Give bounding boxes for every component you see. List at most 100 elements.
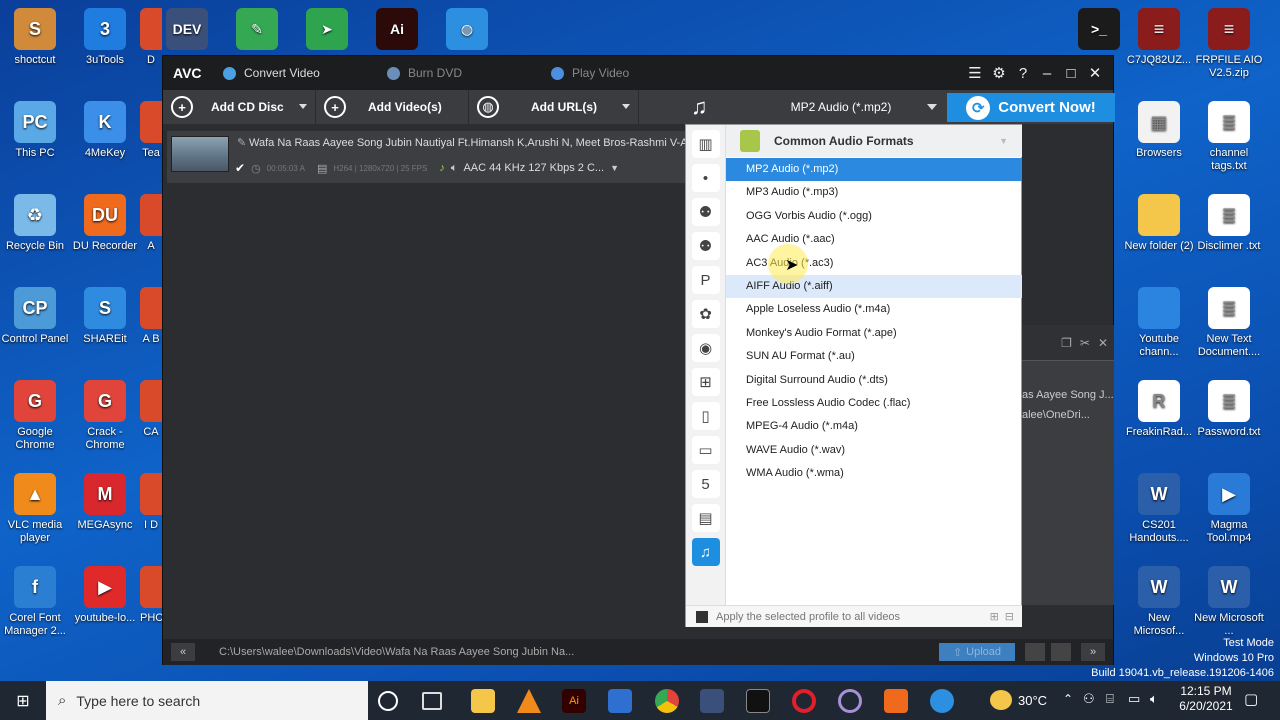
desktop-icon-youtube-lo-[interactable]: ▶ youtube-lo...: [70, 566, 140, 625]
maximize-button[interactable]: □: [1059, 65, 1083, 82]
desktop-icon-du-recorder[interactable]: DU DU Recorder: [70, 194, 140, 253]
add-url-button[interactable]: ◍ Add URL(s): [469, 90, 639, 124]
format-option[interactable]: Free Lossless Audio Codec (.flac): [726, 392, 1022, 415]
people-icon[interactable]: ⚇: [1083, 691, 1095, 707]
format-option[interactable]: SUN AU Format (*.au): [726, 345, 1022, 368]
upload-button[interactable]: ⇧ Upload: [939, 643, 1015, 661]
store-icon[interactable]: [608, 689, 632, 713]
apple-icon[interactable]: •: [691, 164, 720, 192]
desktop-icon-shoctcut[interactable]: Sshoctcut: [0, 8, 70, 67]
desktop-icon-new-microsoft-[interactable]: W New Microsoft ...: [1194, 566, 1264, 638]
taskbar-search[interactable]: ⌕ Type here to search: [46, 681, 368, 720]
format-option[interactable]: OGG Vorbis Audio (*.ogg): [726, 205, 1022, 228]
volume-icon[interactable]: 🔈︎: [451, 162, 458, 175]
output-format-select[interactable]: ♫ MP2 Audio (*.mp2): [685, 90, 945, 124]
format-option[interactable]: AAC Audio (*.aac): [726, 228, 1022, 251]
facebook-icon[interactable]: [1051, 643, 1071, 661]
format-option[interactable]: Digital Surround Audio (*.dts): [726, 369, 1022, 392]
twitter-icon[interactable]: [1025, 643, 1045, 661]
desktop-icon-password-txt[interactable]: ≣ Password.txt: [1194, 380, 1264, 439]
blackberry-icon[interactable]: ◉: [691, 334, 720, 362]
desktop-icon-disclimer-txt[interactable]: ≣ Disclimer .txt: [1194, 194, 1264, 253]
windows-icon[interactable]: ⊞: [691, 368, 720, 396]
close-button[interactable]: ✕: [1083, 64, 1107, 82]
desktop-icon-c7jq82uz-[interactable]: ≡ C7JQ82UZ...: [1124, 8, 1194, 67]
desktop-icon-channel-tags-txt[interactable]: ≣ channel tags.txt: [1194, 101, 1264, 173]
vlc-icon[interactable]: [517, 689, 541, 713]
desktop-icon-freakinrad-[interactable]: R FreakinRad...: [1124, 380, 1194, 439]
desktop-icon-partial[interactable]: CA: [140, 380, 162, 439]
battery-icon[interactable]: ▭: [1128, 691, 1140, 707]
format-option[interactable]: Apple Loseless Audio (*.m4a): [726, 298, 1022, 321]
add-video-button[interactable]: + Add Video(s): [316, 90, 469, 124]
tab-play-video[interactable]: Play Video: [551, 56, 715, 90]
desktop-icon-control-panel[interactable]: CP Control Panel: [0, 287, 70, 346]
phone-icon[interactable]: ▯: [691, 402, 720, 430]
html5-icon[interactable]: 5: [691, 470, 720, 498]
desktop-icon-top[interactable]: Ai: [362, 8, 432, 54]
audio-track-select[interactable]: AAC 44 KHz 127 Kbps 2 C...: [463, 162, 604, 174]
desktop-icon-new-microsof-[interactable]: W New Microsof...: [1124, 566, 1194, 638]
restore-icon[interactable]: ❐: [1061, 336, 1072, 350]
desktop-icon-magma-tool-mp4[interactable]: ▶ Magma Tool.mp4: [1194, 473, 1264, 545]
minimize-button[interactable]: –: [1035, 65, 1059, 82]
desktop-icon-top[interactable]: ✎: [222, 8, 292, 54]
desktop-icon-3utools[interactable]: 3 3uTools: [70, 8, 140, 67]
format-option[interactable]: AIFF Audio (*.aiff): [726, 274, 1022, 299]
format-option[interactable]: Monkey's Audio Format (*.ape): [726, 322, 1022, 345]
chrome-icon[interactable]: [655, 689, 679, 713]
tab-burn-dvd[interactable]: Burn DVD: [387, 56, 551, 90]
desktop-icon-browsers[interactable]: ▦ Browsers: [1124, 101, 1194, 160]
network-icon[interactable]: ⌸: [1106, 691, 1114, 707]
desktop-icon-shareit[interactable]: S SHAREit: [70, 287, 140, 346]
convert-now-button[interactable]: ⟳ Convert Now!: [947, 93, 1115, 122]
import-icon[interactable]: ⊞: [990, 610, 999, 623]
avc-taskbar-icon[interactable]: [930, 689, 954, 713]
desktop-icon-partial[interactable]: Tea: [140, 101, 162, 160]
checkbox[interactable]: ✔: [235, 161, 245, 175]
desktop-icon-crack-chrome[interactable]: G Crack - Chrome: [70, 380, 140, 452]
desktop-icon-youtube-chann-[interactable]: Youtube chann...: [1124, 287, 1194, 359]
playstation-icon[interactable]: P: [691, 266, 720, 294]
start-button[interactable]: ⊞: [0, 681, 46, 720]
tools-icon[interactable]: ✂: [1080, 336, 1090, 350]
format-option[interactable]: MP3 Audio (*.mp3): [726, 181, 1022, 204]
collapse-button[interactable]: «: [171, 643, 195, 661]
volume-icon[interactable]: 🔈︎: [1150, 691, 1158, 707]
music-icon[interactable]: ♫: [691, 538, 720, 566]
android-icon[interactable]: ⚉: [691, 198, 720, 226]
desktop-icon-recycle-bin[interactable]: ♻ Recycle Bin: [0, 194, 70, 253]
desktop-icon-partial[interactable]: PHC: [140, 566, 162, 625]
app-icon[interactable]: [838, 689, 862, 713]
clock[interactable]: 12:15 PM 6/20/2021: [1176, 684, 1236, 714]
android-icon[interactable]: ⚉: [691, 232, 720, 260]
desktop-icon-new-text-document-[interactable]: ≣ New Text Document....: [1194, 287, 1264, 359]
apply-all-checkbox[interactable]: [696, 610, 708, 623]
close-icon[interactable]: ✕: [1098, 336, 1108, 350]
desktop-icon-corel-font-manager-2-[interactable]: f Corel Font Manager 2...: [0, 566, 70, 638]
tab-convert-video[interactable]: Convert Video: [223, 56, 387, 90]
desktop-icon-top[interactable]: ➤: [292, 8, 362, 54]
gear-icon[interactable]: ⚙: [987, 64, 1011, 82]
illustrator-icon[interactable]: Ai: [562, 689, 586, 713]
all-icon[interactable]: ▥: [691, 130, 720, 158]
edit-icon[interactable]: ✎: [237, 136, 246, 149]
tray-chevron-icon[interactable]: ⌃: [1063, 692, 1073, 706]
devcpp-icon[interactable]: [700, 689, 724, 713]
desktop-icon-partial[interactable]: A B: [140, 287, 162, 346]
format-option[interactable]: WAVE Audio (*.wav): [726, 439, 1022, 462]
terminal-icon[interactable]: [746, 689, 770, 713]
huawei-icon[interactable]: ✿: [691, 300, 720, 328]
notification-icon[interactable]: ▢: [1244, 690, 1258, 708]
desktop-icon-partial[interactable]: I D: [140, 473, 162, 532]
tv-icon[interactable]: ▭: [691, 436, 720, 464]
desktop-icon-cs201-handouts-[interactable]: W CS201 Handouts....: [1124, 473, 1194, 545]
format-option[interactable]: MPEG-4 Audio (*.m4a): [726, 415, 1022, 438]
film-icon[interactable]: ▤: [691, 504, 720, 532]
desktop-icon-partial[interactable]: A: [140, 194, 162, 253]
format-option[interactable]: MP2 Audio (*.mp2): [726, 158, 1022, 182]
desktop-icon-megasync[interactable]: M MEGAsync: [70, 473, 140, 532]
cortana-icon[interactable]: [378, 691, 398, 711]
task-view-icon[interactable]: [422, 692, 442, 710]
desktop-icon-top[interactable]: ◍: [432, 8, 502, 54]
